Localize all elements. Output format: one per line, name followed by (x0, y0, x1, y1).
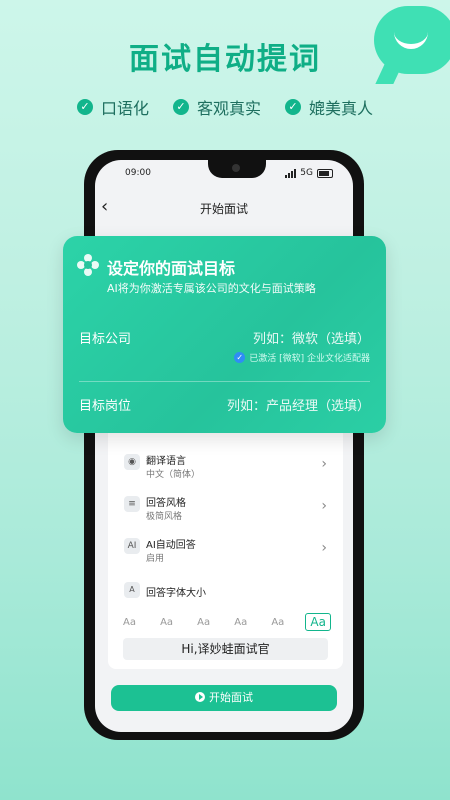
document-icon: ≡ (124, 496, 140, 512)
setting-row-ai-auto-answer[interactable]: AI AI自动回答 启用 › (118, 536, 333, 570)
check-icon: ✓ (172, 99, 189, 115)
play-icon (195, 692, 205, 702)
globe-icon: ◉ (124, 454, 140, 470)
ai-icon: AI (124, 538, 140, 554)
chevron-right-icon: › (321, 456, 327, 472)
feature-label: 媲美真人 (309, 99, 374, 118)
goal-title: 设定你的面试目标 (107, 259, 236, 278)
setting-row-answer-style[interactable]: ≡ 回答风格 极简风格 › (118, 494, 333, 528)
target-position-label: 目标岗位 (79, 399, 132, 414)
goal-subtitle: AI将为你激活专属该公司的文化与面试策略 (107, 282, 316, 295)
setting-value: 中文（简体） (146, 470, 201, 480)
smile-chat-bubble-icon (374, 6, 450, 74)
font-size-option[interactable]: Aa (120, 616, 139, 629)
font-preview: Hi,译妙蛙面试官 (123, 638, 328, 660)
feature-item: ✓ 客观真实 (172, 95, 261, 119)
flower-icon (77, 254, 99, 276)
feature-label: 口语化 (100, 99, 149, 118)
activation-status: ✓ 已激活 [微软] 企业文化适配器 (234, 351, 370, 364)
nav-bar: ‹ 开始面试 (95, 196, 353, 218)
start-interview-button[interactable]: 开始面试 (111, 685, 337, 711)
chevron-right-icon: › (321, 540, 327, 556)
font-size-option[interactable]: Aa (194, 616, 213, 629)
font-size-option[interactable]: Aa (231, 616, 250, 629)
setting-title: 回答风格 (146, 498, 186, 509)
status-time: 09:00 (125, 168, 151, 178)
nav-title: 开始面试 (199, 202, 248, 216)
setting-row-font-size: A 回答字体大小 (118, 582, 333, 602)
feature-item: ✓ 媲美真人 (285, 95, 373, 119)
check-icon: ✓ (285, 99, 301, 115)
setting-value: 极简风格 (146, 512, 183, 522)
font-size-option-selected[interactable]: Aa (305, 613, 331, 631)
feature-list: ✓ 口语化 ✓ 客观真实 ✓ 媲美真人 (0, 95, 450, 119)
settings-card: ... ◉ 翻译语言 中文（简体） › ≡ 回答风格 极简风格 › AI AI自… (108, 422, 343, 669)
start-button-label: 开始面试 (209, 691, 253, 704)
check-circle-icon: ✓ (234, 352, 246, 363)
goal-card: 设定你的面试目标 AI将为你激活专属该公司的文化与面试策略 目标公司 列如：微软… (63, 236, 386, 433)
target-position-input[interactable]: 列如：产品经理（选填） (227, 395, 370, 414)
battery-icon (317, 168, 333, 178)
status-bar: 09:00 5G (125, 168, 333, 178)
font-size-option[interactable]: Aa (268, 616, 287, 629)
font-size-option[interactable]: Aa (157, 616, 176, 629)
check-icon: ✓ (76, 99, 93, 115)
target-company-input[interactable]: 列如：微软（选填） (253, 328, 370, 347)
feature-label: 客观真实 (196, 99, 261, 118)
divider (79, 381, 370, 382)
setting-title: AI自动回答 (146, 540, 196, 551)
setting-value: 启用 (146, 554, 165, 564)
activation-text: 已激活 [微软] 企业文化适配器 (249, 354, 370, 364)
font-size-icon: A (124, 582, 140, 598)
feature-item: ✓ 口语化 (76, 95, 149, 119)
setting-title: 回答字体大小 (146, 588, 206, 599)
font-size-options: Aa Aa Aa Aa Aa Aa (120, 612, 331, 632)
chevron-right-icon: › (321, 498, 327, 514)
setting-title: 翻译语言 (146, 456, 186, 467)
target-company-label: 目标公司 (79, 332, 132, 347)
signal-icon (285, 168, 297, 178)
setting-row-translate-language[interactable]: ◉ 翻译语言 中文（简体） › (118, 452, 333, 486)
network-label: 5G (300, 168, 313, 178)
